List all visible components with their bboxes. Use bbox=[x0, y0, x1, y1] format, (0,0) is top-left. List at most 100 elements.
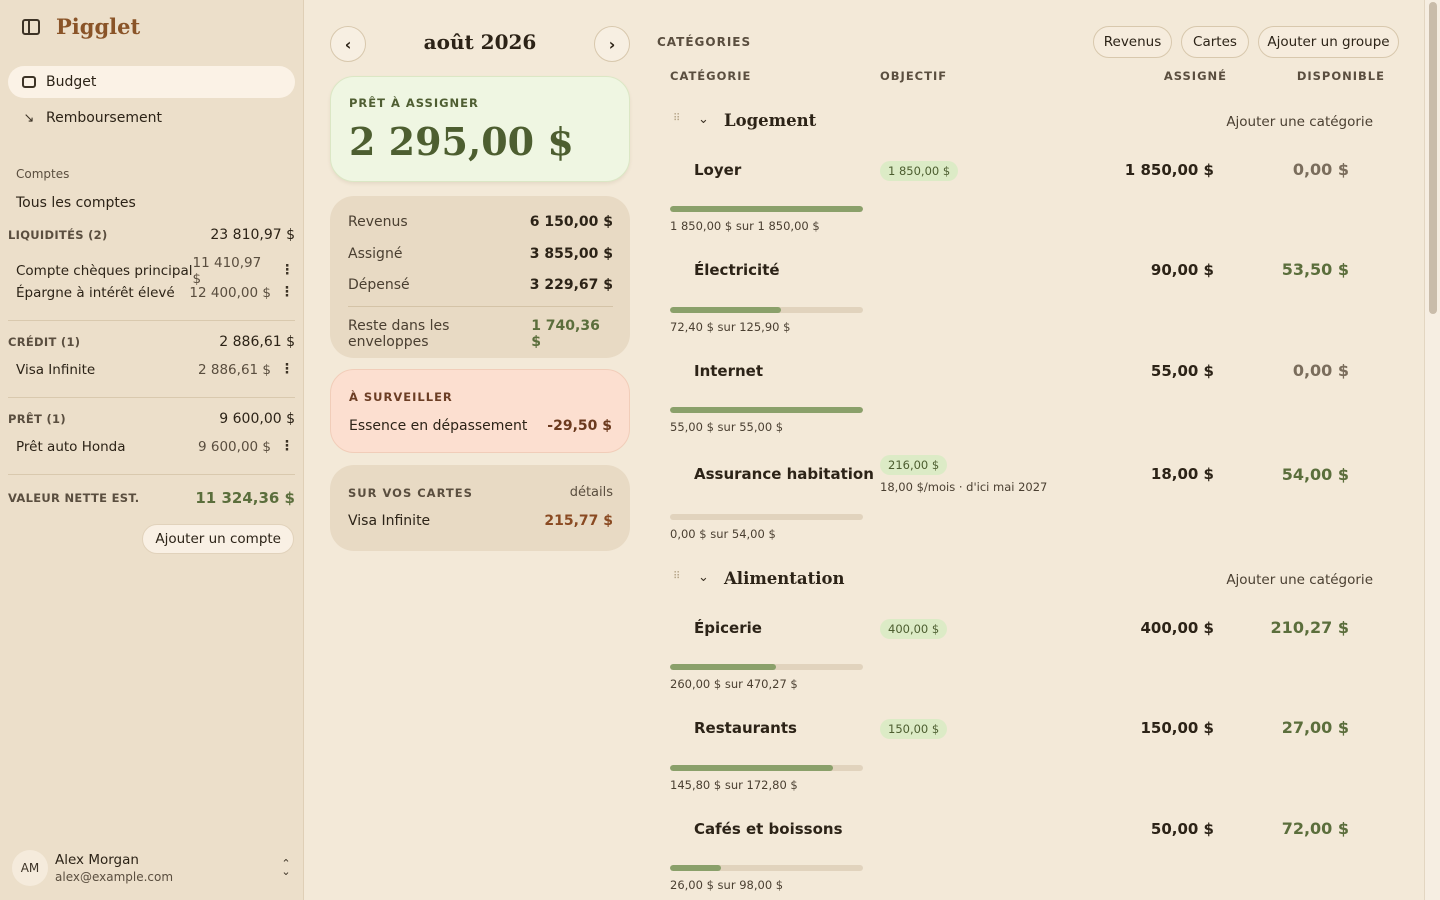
category-name[interactable]: Restaurants bbox=[694, 719, 797, 737]
card-label: SUR VOS CARTES bbox=[348, 486, 473, 500]
nav-item-remboursement[interactable]: ↘ Remboursement bbox=[8, 102, 295, 134]
account-group-liquidites[interactable]: LIQUIDITÉS (2) 23 810,97 $ bbox=[8, 227, 295, 243]
card-row[interactable]: Visa Infinite 215,77 $ bbox=[348, 513, 613, 529]
progress-text: 55,00 $ sur 55,00 $ bbox=[670, 420, 784, 434]
category-name[interactable]: Assurance habitation bbox=[694, 465, 874, 483]
account-row[interactable]: Visa Infinite 2 886,61 $ ⋮ bbox=[16, 362, 295, 378]
user-menu[interactable]: AM Alex Morgan alex@example.com ⌃ ⌄ bbox=[12, 850, 295, 886]
ready-to-assign-card: PRÊT À ASSIGNER 2 295,00 $ bbox=[330, 76, 630, 182]
assigned-amount[interactable]: 150,00 $ bbox=[1140, 719, 1214, 737]
group-label: LIQUIDITÉS (2) bbox=[8, 228, 108, 242]
progress-fill bbox=[670, 664, 777, 670]
scrollbar[interactable] bbox=[1424, 0, 1440, 900]
ready-to-assign-amount: 2 295,00 $ bbox=[349, 119, 574, 164]
drag-handle-icon[interactable]: ⠿ bbox=[673, 572, 683, 588]
group-label: PRÊT (1) bbox=[8, 412, 66, 426]
chevron-down-icon[interactable]: ⌄ bbox=[698, 570, 709, 585]
available-amount[interactable]: 0,00 $ bbox=[1293, 361, 1349, 380]
category-name[interactable]: Internet bbox=[694, 362, 763, 380]
available-amount[interactable]: 210,27 $ bbox=[1271, 618, 1349, 637]
sidebar: Pigglet Budget ↘ Remboursement Comptes T… bbox=[0, 0, 304, 900]
avatar: AM bbox=[12, 850, 48, 886]
account-row[interactable]: Prêt auto Honda 9 600,00 $ ⋮ bbox=[16, 439, 295, 455]
cartes-button[interactable]: Cartes bbox=[1181, 26, 1249, 58]
card-name: Visa Infinite bbox=[348, 513, 431, 529]
user-info: Alex Morgan alex@example.com bbox=[55, 852, 279, 884]
account-name: Épargne à intérêt élevé bbox=[16, 285, 175, 301]
available-amount[interactable]: 0,00 $ bbox=[1293, 160, 1349, 179]
watch-row[interactable]: Essence en dépassement -29,50 $ bbox=[349, 418, 612, 434]
net-worth-label: VALEUR NETTE EST. bbox=[8, 491, 140, 505]
account-row[interactable]: Épargne à intérêt élevé 12 400,00 $ ⋮ bbox=[16, 285, 295, 301]
account-row[interactable]: Compte chèques principal 11 410,97 $ ⋮ bbox=[16, 255, 295, 287]
more-options-icon[interactable]: ⋮ bbox=[279, 286, 295, 300]
previous-month-button[interactable]: ‹ bbox=[330, 26, 366, 62]
assigned-amount[interactable]: 400,00 $ bbox=[1140, 619, 1214, 637]
available-amount[interactable]: 54,00 $ bbox=[1282, 465, 1349, 484]
next-month-button[interactable]: › bbox=[594, 26, 630, 62]
drag-handle-icon[interactable]: ⠿ bbox=[673, 114, 683, 130]
account-name: Visa Infinite bbox=[16, 362, 96, 378]
assigned-amount[interactable]: 1 850,00 $ bbox=[1125, 161, 1214, 179]
category-name[interactable]: Loyer bbox=[694, 161, 741, 179]
all-accounts-link[interactable]: Tous les comptes bbox=[16, 195, 136, 211]
scrollbar-thumb[interactable] bbox=[1429, 2, 1437, 314]
progress-fill bbox=[670, 765, 833, 771]
goal-badge[interactable]: 150,00 $ bbox=[880, 719, 948, 739]
chevron-up-down-icon[interactable]: ⌃ ⌄ bbox=[279, 858, 293, 877]
card-label: PRÊT À ASSIGNER bbox=[349, 96, 479, 110]
account-amount: 2 886,61 $ bbox=[198, 362, 271, 378]
add-account-button[interactable]: Ajouter un compte bbox=[142, 524, 294, 554]
column-header-category: CATÉGORIE bbox=[670, 69, 752, 83]
account-group-pret[interactable]: PRÊT (1) 9 600,00 $ bbox=[8, 411, 295, 427]
goal-badge[interactable]: 1 850,00 $ bbox=[880, 161, 959, 181]
assigned-amount[interactable]: 55,00 $ bbox=[1151, 362, 1214, 380]
sidebar-toggle-icon[interactable] bbox=[22, 18, 40, 35]
chevron-right-icon: › bbox=[608, 34, 616, 54]
progress-text: 0,00 $ sur 54,00 $ bbox=[670, 527, 776, 541]
revenus-button[interactable]: Revenus bbox=[1093, 26, 1172, 58]
add-group-button[interactable]: Ajouter un groupe bbox=[1258, 26, 1399, 58]
goal-badge[interactable]: 400,00 $ bbox=[880, 619, 948, 639]
summary-row: Dépensé 3 229,67 $ bbox=[348, 277, 613, 293]
more-options-icon[interactable]: ⋮ bbox=[279, 440, 295, 454]
summary-value: 3 229,67 $ bbox=[529, 277, 613, 293]
net-worth: VALEUR NETTE EST. 11 324,36 $ bbox=[8, 489, 295, 507]
assigned-amount[interactable]: 50,00 $ bbox=[1151, 820, 1214, 838]
net-worth-value: 11 324,36 $ bbox=[195, 489, 295, 507]
account-group-credit[interactable]: CRÉDIT (1) 2 886,61 $ bbox=[8, 334, 295, 350]
accounts-heading: Comptes bbox=[16, 167, 70, 181]
account-amount: 11 410,97 $ bbox=[192, 255, 262, 287]
progress-bar bbox=[670, 407, 863, 413]
progress-text: 72,40 $ sur 125,90 $ bbox=[670, 320, 791, 334]
summary-label: Reste dans les enveloppes bbox=[348, 318, 450, 350]
nav-item-budget[interactable]: Budget bbox=[8, 66, 295, 98]
assigned-amount[interactable]: 18,00 $ bbox=[1151, 465, 1214, 483]
more-options-icon[interactable]: ⋮ bbox=[280, 264, 295, 278]
card-value: 215,77 $ bbox=[544, 513, 613, 529]
group-total: 2 886,61 $ bbox=[219, 334, 295, 350]
user-name: Alex Morgan bbox=[55, 852, 139, 868]
account-name: Prêt auto Honda bbox=[16, 439, 126, 455]
goal-badge[interactable]: 216,00 $ bbox=[880, 455, 948, 475]
category-name[interactable]: Cafés et boissons bbox=[694, 820, 843, 838]
category-group-header: ⠿ ⌄ Logement Ajouter une catégorie bbox=[670, 108, 1390, 138]
category-name[interactable]: Électricité bbox=[694, 261, 780, 279]
assigned-amount[interactable]: 90,00 $ bbox=[1151, 261, 1214, 279]
chevron-left-icon: ‹ bbox=[344, 34, 352, 54]
summary-label: Revenus bbox=[348, 214, 408, 230]
available-amount[interactable]: 72,00 $ bbox=[1282, 819, 1349, 838]
details-link[interactable]: détails bbox=[570, 485, 613, 500]
progress-bar bbox=[670, 865, 863, 871]
more-options-icon[interactable]: ⋮ bbox=[279, 363, 295, 377]
available-amount[interactable]: 53,50 $ bbox=[1282, 260, 1349, 279]
column-header-assigned: ASSIGNÉ bbox=[1163, 69, 1227, 83]
chevron-down-icon[interactable]: ⌄ bbox=[698, 112, 709, 127]
progress-bar bbox=[670, 664, 863, 670]
add-category-button[interactable]: Ajouter une catégorie bbox=[1226, 114, 1373, 130]
available-amount[interactable]: 27,00 $ bbox=[1282, 718, 1349, 737]
category-name[interactable]: Épicerie bbox=[694, 619, 762, 637]
add-category-button[interactable]: Ajouter une catégorie bbox=[1226, 572, 1373, 588]
category-group-header: ⠿ ⌄ Alimentation Ajouter une catégorie bbox=[670, 566, 1390, 596]
app-name: Pigglet bbox=[56, 14, 141, 39]
